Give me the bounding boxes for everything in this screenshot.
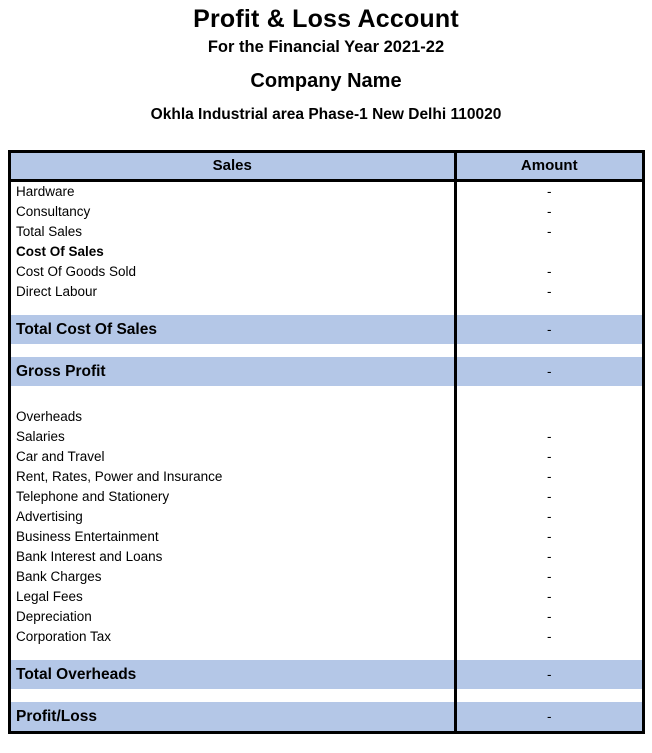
table-row: Bank Interest and Loans - bbox=[11, 547, 642, 567]
row-amount: - bbox=[453, 427, 642, 447]
table-row: Total Sales - bbox=[11, 222, 642, 242]
spacer-cell-label bbox=[11, 302, 455, 315]
financial-year-subtitle: For the Financial Year 2021-22 bbox=[207, 38, 445, 56]
row-label: Total Sales bbox=[11, 222, 455, 242]
table-row: Advertising - bbox=[11, 507, 642, 527]
row-amount: - bbox=[453, 222, 642, 242]
table-total-row: Gross Profit - bbox=[11, 357, 642, 386]
company-name: Company Name bbox=[250, 70, 402, 92]
table-header-row: Sales Amount bbox=[11, 153, 642, 182]
row-amount: - bbox=[453, 587, 642, 607]
row-amount: - bbox=[453, 627, 642, 647]
column-header-amount: Amount bbox=[453, 153, 642, 182]
spacer-cell-amount bbox=[453, 386, 642, 407]
profit-loss-table: Sales Amount Hardware - Consultancy - Total … bbox=[11, 153, 642, 734]
spacer-cell-label bbox=[11, 386, 455, 407]
spacer-cell-label bbox=[11, 647, 455, 660]
table-row: Bank Charges - bbox=[11, 567, 642, 587]
row-label: Cost Of Goods Sold bbox=[11, 262, 455, 282]
total-row-label: Total Cost Of Sales bbox=[11, 315, 455, 344]
row-label: Car and Travel bbox=[11, 447, 455, 467]
total-row-amount: - bbox=[453, 315, 642, 344]
total-row-amount: - bbox=[453, 702, 642, 734]
row-amount bbox=[453, 407, 642, 427]
row-amount: - bbox=[453, 202, 642, 222]
row-amount: - bbox=[453, 262, 642, 282]
document-header: Profit & Loss Account For the Financial … bbox=[0, 0, 652, 130]
profit-and-loss-page: Profit & Loss Account For the Financial … bbox=[0, 0, 652, 753]
table-row: Cost Of Goods Sold - bbox=[11, 262, 642, 282]
profit-loss-table-container: Sales Amount Hardware - Consultancy - Total … bbox=[8, 150, 645, 734]
row-amount: - bbox=[453, 467, 642, 487]
row-label: Legal Fees bbox=[11, 587, 455, 607]
spacer-cell-label bbox=[11, 344, 455, 357]
row-amount: - bbox=[453, 547, 642, 567]
total-row-amount: - bbox=[453, 660, 642, 689]
table-body: Hardware - Consultancy - Total Sales - Cost Of… bbox=[11, 180, 642, 734]
row-amount: - bbox=[453, 180, 642, 202]
column-header-sales: Sales bbox=[11, 153, 455, 182]
table-row: Salaries - bbox=[11, 427, 642, 447]
total-row-amount: - bbox=[453, 357, 642, 386]
table-spacer-row bbox=[11, 647, 642, 660]
table-header: Sales Amount bbox=[11, 153, 642, 182]
table-row: Business Entertainment - bbox=[11, 527, 642, 547]
table-row: Telephone and Stationery - bbox=[11, 487, 642, 507]
row-amount: - bbox=[453, 447, 642, 467]
row-label: Rent, Rates, Power and Insurance bbox=[11, 467, 455, 487]
table-row: Corporation Tax - bbox=[11, 627, 642, 647]
table-row: Direct Labour - bbox=[11, 282, 642, 302]
row-label: Depreciation bbox=[11, 607, 455, 627]
row-amount: - bbox=[453, 527, 642, 547]
spacer-cell-label bbox=[11, 689, 455, 702]
row-amount: - bbox=[453, 607, 642, 627]
row-label: Hardware bbox=[11, 180, 455, 202]
spacer-cell-amount bbox=[453, 689, 642, 702]
page-title: Profit & Loss Account bbox=[193, 5, 459, 33]
company-address: Okhla Industrial area Phase-1 New Delhi … bbox=[150, 106, 502, 123]
row-label: Business Entertainment bbox=[11, 527, 455, 547]
row-label: Cost Of Sales bbox=[11, 242, 455, 262]
row-label: Bank Interest and Loans bbox=[11, 547, 455, 567]
row-label: Corporation Tax bbox=[11, 627, 455, 647]
total-row-label: Total Overheads bbox=[11, 660, 455, 689]
table-row: Depreciation - bbox=[11, 607, 642, 627]
spacer-cell-amount bbox=[453, 344, 642, 357]
row-amount bbox=[453, 242, 642, 262]
table-spacer-row bbox=[11, 344, 642, 357]
row-label: Bank Charges bbox=[11, 567, 455, 587]
row-label: Advertising bbox=[11, 507, 455, 527]
row-amount: - bbox=[453, 507, 642, 527]
spacer-cell-amount bbox=[453, 302, 642, 315]
row-label: Overheads bbox=[11, 407, 455, 427]
table-spacer-row bbox=[11, 386, 642, 407]
table-spacer-row bbox=[11, 689, 642, 702]
table-total-row: Profit/Loss - bbox=[11, 702, 642, 734]
spacer-cell-amount bbox=[453, 647, 642, 660]
table-row: Car and Travel - bbox=[11, 447, 642, 467]
table-total-row: Total Cost Of Sales - bbox=[11, 315, 642, 344]
table-row: Rent, Rates, Power and Insurance - bbox=[11, 467, 642, 487]
table-row: Consultancy - bbox=[11, 202, 642, 222]
table-total-row: Total Overheads - bbox=[11, 660, 642, 689]
table-row: Overheads bbox=[11, 407, 642, 427]
total-row-label: Gross Profit bbox=[11, 357, 455, 386]
row-amount: - bbox=[453, 567, 642, 587]
table-row: Hardware - bbox=[11, 180, 642, 202]
table-row: Legal Fees - bbox=[11, 587, 642, 607]
table-spacer-row bbox=[11, 302, 642, 315]
row-label: Direct Labour bbox=[11, 282, 455, 302]
row-amount: - bbox=[453, 487, 642, 507]
table-row: Cost Of Sales bbox=[11, 242, 642, 262]
row-label: Consultancy bbox=[11, 202, 455, 222]
total-row-label: Profit/Loss bbox=[11, 702, 455, 734]
row-amount: - bbox=[453, 282, 642, 302]
row-label: Salaries bbox=[11, 427, 455, 447]
row-label: Telephone and Stationery bbox=[11, 487, 455, 507]
